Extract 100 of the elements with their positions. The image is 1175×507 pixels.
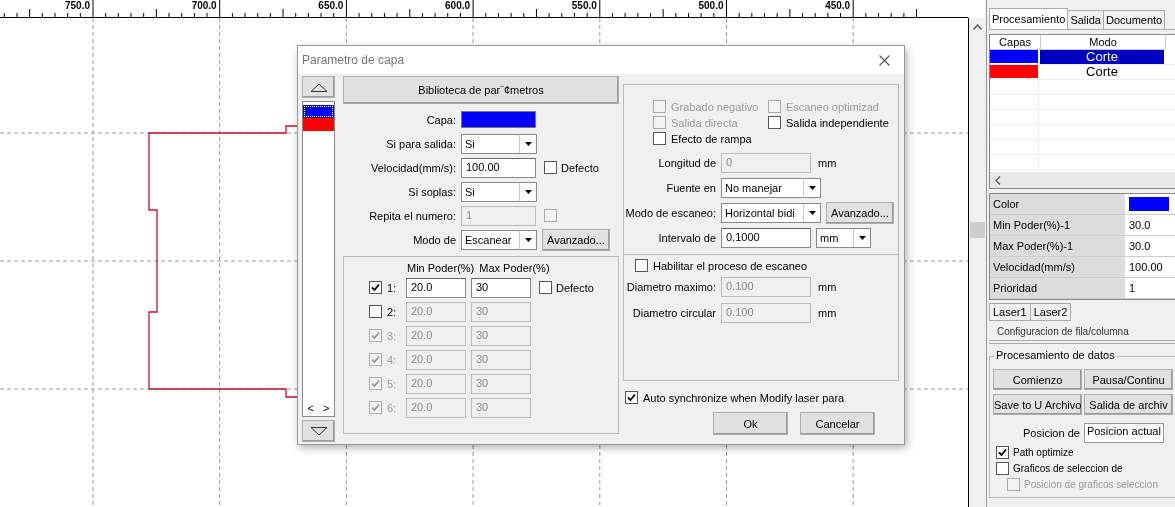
- dropdown[interactable]: No manejar: [721, 177, 821, 198]
- scroll-arrow[interactable]: >: [323, 402, 330, 414]
- dialog-button[interactable]: Cancelar: [800, 412, 875, 435]
- field-label: Si para salida:: [385, 137, 456, 150]
- field-label: Diametro circular: [631, 306, 716, 319]
- checkbox-label: Salida independiente: [786, 116, 889, 129]
- table-cell[interactable]: Corte: [1040, 65, 1164, 79]
- checkbox[interactable]: [635, 259, 648, 272]
- laser-tab[interactable]: Laser1: [989, 303, 1031, 321]
- laser-number-label: 4:: [387, 353, 398, 366]
- dropdown-arrow-icon: [524, 141, 532, 146]
- column-header: Min Poder(%): [407, 262, 475, 274]
- checkbox[interactable]: [625, 391, 638, 404]
- input-field[interactable]: 100.00: [461, 157, 536, 178]
- scroll-arrow[interactable]: <: [307, 402, 314, 414]
- dropdown-arrow-icon: [524, 189, 532, 194]
- dropdown-arrow-icon: [524, 237, 532, 242]
- scroll-up-icon[interactable]: [972, 24, 982, 30]
- scroll-left-icon[interactable]: [995, 175, 1001, 185]
- column-header[interactable]: Capas: [990, 35, 1041, 50]
- unit-label: mm: [818, 306, 837, 319]
- group-title: Configuracion de fila/columna: [996, 327, 1130, 337]
- field-label: Fuente en: [665, 181, 716, 194]
- field-label: Diametro maximo:: [625, 280, 716, 293]
- advanced-button[interactable]: Avanzado...: [542, 228, 610, 251]
- property-label: Color: [990, 194, 1125, 214]
- action-button[interactable]: Pausa/Continu: [1084, 369, 1173, 390]
- checkbox-label: Posicion de graficos seleccion: [1024, 479, 1158, 490]
- action-button[interactable]: Comienzo: [993, 369, 1082, 390]
- checkbox-label: Grabado negativo: [671, 100, 759, 113]
- checkbox[interactable]: [369, 305, 382, 318]
- checkbox-label: Salida directa: [671, 116, 738, 129]
- property-label: Prioridad: [990, 278, 1125, 298]
- move-up-button[interactable]: [302, 76, 335, 98]
- property-value[interactable]: 1: [1129, 278, 1136, 298]
- checkbox[interactable]: [996, 446, 1009, 459]
- checkbox-label: Path optimize: [1013, 447, 1074, 458]
- dropdown[interactable]: Horizontal bidi: [721, 202, 821, 223]
- horizontal-scrollbar[interactable]: [990, 172, 1175, 188]
- checkbox[interactable]: [544, 161, 557, 174]
- dialog-button[interactable]: Ok: [713, 412, 788, 435]
- dropdown-arrow-icon: [858, 235, 866, 240]
- color-swatch[interactable]: [461, 111, 536, 128]
- property-label: Velocidad(mm/s): [990, 257, 1125, 277]
- laser-number-label: 1:: [387, 281, 398, 294]
- dropdown[interactable]: Escanear: [461, 229, 537, 250]
- checkbox-label: Defecto: [561, 161, 599, 174]
- checkbox-label: Escaneo optimizad: [786, 100, 879, 113]
- color-swatch[interactable]: [1129, 197, 1169, 211]
- laser-tab[interactable]: Laser2: [1029, 303, 1072, 321]
- triangle-up-icon: [309, 82, 328, 92]
- layer-color-item[interactable]: [303, 105, 334, 118]
- group-title: Procesamiento de datos: [994, 349, 1117, 361]
- position-field[interactable]: Posicion actual: [1083, 423, 1164, 443]
- field-label: Intervalo de: [657, 231, 716, 244]
- triangle-down-icon: [309, 426, 328, 436]
- laser-number-label: 3:: [387, 329, 398, 342]
- field-label: Longitud de: [657, 156, 716, 169]
- laser-number-label: 2:: [387, 305, 398, 318]
- checkbox-label: Habilitar el proceso de escaneo: [653, 259, 808, 272]
- dropdown-arrow-icon: [808, 210, 816, 215]
- field-label: Velocidad(mm/s):: [370, 161, 456, 174]
- checkbox-label: Defecto: [556, 281, 594, 294]
- checkbox[interactable]: [653, 132, 666, 145]
- window-title: Parametro de capa: [302, 53, 405, 67]
- checkbox[interactable]: [369, 281, 382, 294]
- dropdown[interactable]: Si: [461, 181, 537, 202]
- table-cell[interactable]: Corte: [1040, 50, 1164, 64]
- panel-tab[interactable]: Procesamiento: [989, 8, 1069, 29]
- field-label: Capa:: [425, 113, 456, 126]
- checkbox-label: Efecto de rampa: [671, 132, 752, 145]
- action-button[interactable]: Salida de archiv: [1084, 394, 1173, 415]
- advanced-button[interactable]: Avanzado...: [826, 201, 894, 224]
- layer-color-item[interactable]: [303, 118, 334, 131]
- checkbox-label: Auto synchronize when Modify laser para: [643, 391, 845, 404]
- laser-number-label: 6:: [387, 401, 398, 414]
- max-power-field[interactable]: 30: [471, 277, 531, 298]
- unit-label: mm: [818, 280, 837, 293]
- panel-tab[interactable]: Documento: [1102, 10, 1166, 29]
- field-label: Modo de escaneo:: [624, 206, 716, 219]
- move-down-button[interactable]: [302, 420, 335, 442]
- close-icon[interactable]: [879, 54, 890, 66]
- action-button[interactable]: Save to U Archivo: [993, 394, 1082, 415]
- input-field[interactable]: 0.1000: [721, 227, 811, 248]
- checkbox[interactable]: [768, 116, 781, 129]
- dropdown[interactable]: Si: [461, 133, 537, 154]
- parameter-library-button[interactable]: Biblioteca de par¨¢metros: [343, 76, 619, 104]
- unit-label: mm: [818, 156, 837, 169]
- column-header[interactable]: Modo: [1041, 35, 1166, 50]
- checkbox-label: Graficos de seleccion de: [1013, 463, 1123, 474]
- checkbox[interactable]: [996, 462, 1009, 475]
- property-label: Min Poder(%)-1: [990, 215, 1125, 235]
- min-power-field[interactable]: 20.0: [406, 277, 466, 298]
- unit-dropdown[interactable]: mm: [816, 227, 871, 248]
- field-label: Si soplas:: [407, 185, 456, 198]
- scrollbar-thumb[interactable]: [969, 222, 985, 238]
- field-label: Modo de: [412, 233, 456, 246]
- field-label: Repita el numero:: [368, 209, 456, 222]
- vertical-scrollbar[interactable]: [968, 18, 985, 507]
- checkbox[interactable]: [539, 281, 552, 294]
